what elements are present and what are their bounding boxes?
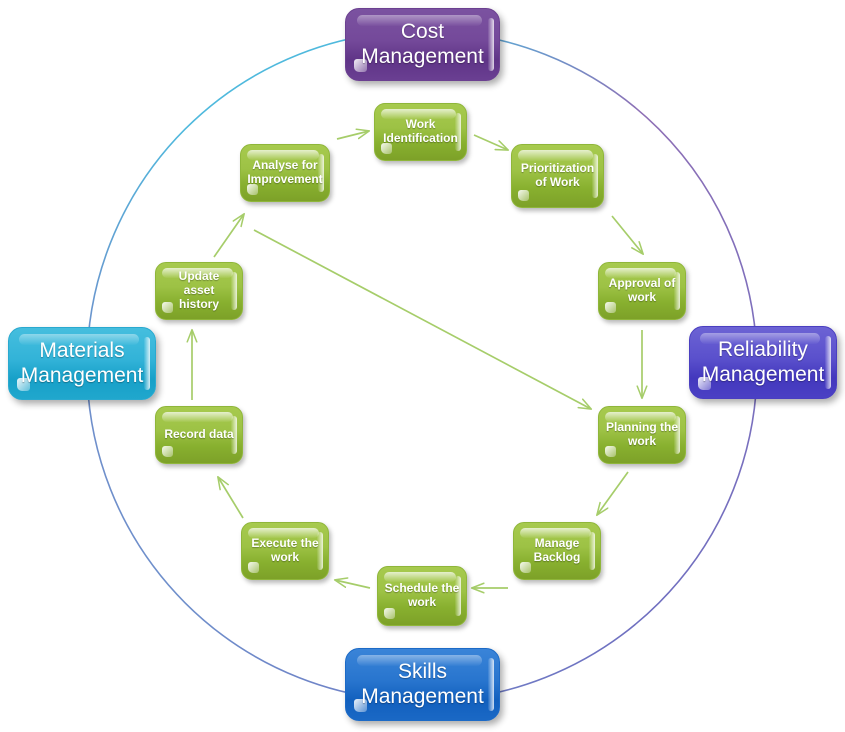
process-node-record-data[interactable]: Record data bbox=[155, 406, 243, 464]
process-node-prioritization-of-work[interactable]: Prioritization of Work bbox=[511, 144, 604, 208]
process-node-label: Update asset history bbox=[178, 269, 220, 311]
process-node-label: Prioritization of Work bbox=[520, 161, 595, 189]
process-node-label: Schedule the work bbox=[384, 581, 460, 609]
process-node-planning-the-work[interactable]: Planning the work bbox=[598, 406, 686, 464]
mgmt-node-label: Skills Management bbox=[361, 660, 484, 708]
process-node-analyse-for-improvement[interactable]: Analyse for Improvement bbox=[240, 144, 330, 202]
process-node-label: Record data bbox=[164, 427, 234, 442]
process-node-label: Planning the work bbox=[606, 420, 678, 448]
process-node-work-identification[interactable]: Work Identification bbox=[374, 103, 467, 161]
mgmt-node-label: Reliability Management bbox=[701, 338, 825, 386]
process-node-label: Approval of work bbox=[608, 276, 676, 304]
process-node-label: Execute the work bbox=[251, 536, 319, 564]
process-node-label: Work Identification bbox=[383, 117, 458, 145]
mgmt-node-skills-management[interactable]: Skills Management bbox=[345, 648, 500, 721]
arrow-update-asset-history-to-analyse bbox=[213, 214, 244, 258]
process-node-approval-of-work[interactable]: Approval of work bbox=[598, 262, 686, 320]
arrow-analyse-to-planning-feedback bbox=[253, 229, 591, 409]
process-node-update-asset-history[interactable]: Update asset history bbox=[155, 262, 243, 320]
mgmt-node-cost-management[interactable]: Cost Management bbox=[345, 8, 500, 81]
process-node-label: Manage Backlog bbox=[533, 536, 581, 564]
arrow-schedule-to-execute bbox=[335, 580, 371, 589]
bevel-edge bbox=[589, 532, 595, 570]
arrow-analyse-to-work-identification bbox=[336, 131, 369, 140]
arrow-work-identification-to-prioritization bbox=[473, 134, 508, 150]
process-node-label: Analyse for Improvement bbox=[247, 158, 323, 186]
arrow-prioritization-to-approval bbox=[611, 215, 643, 254]
gloss-nub-icon bbox=[162, 446, 173, 457]
diagram-canvas: Cost Management Materials Management Rel… bbox=[0, 0, 845, 732]
mgmt-node-label: Materials Management bbox=[20, 339, 144, 387]
gloss-nub-icon bbox=[518, 190, 529, 201]
process-node-schedule-the-work[interactable]: Schedule the work bbox=[377, 566, 467, 626]
mgmt-node-label: Cost Management bbox=[361, 20, 484, 68]
process-node-manage-backlog[interactable]: Manage Backlog bbox=[513, 522, 601, 580]
arrow-planning-to-manage-backlog bbox=[597, 471, 629, 515]
mgmt-node-reliability-management[interactable]: Reliability Management bbox=[689, 326, 837, 399]
mgmt-node-materials-management[interactable]: Materials Management bbox=[8, 327, 156, 400]
arrow-execute-to-record-data bbox=[218, 477, 244, 519]
process-node-execute-the-work[interactable]: Execute the work bbox=[241, 522, 329, 580]
